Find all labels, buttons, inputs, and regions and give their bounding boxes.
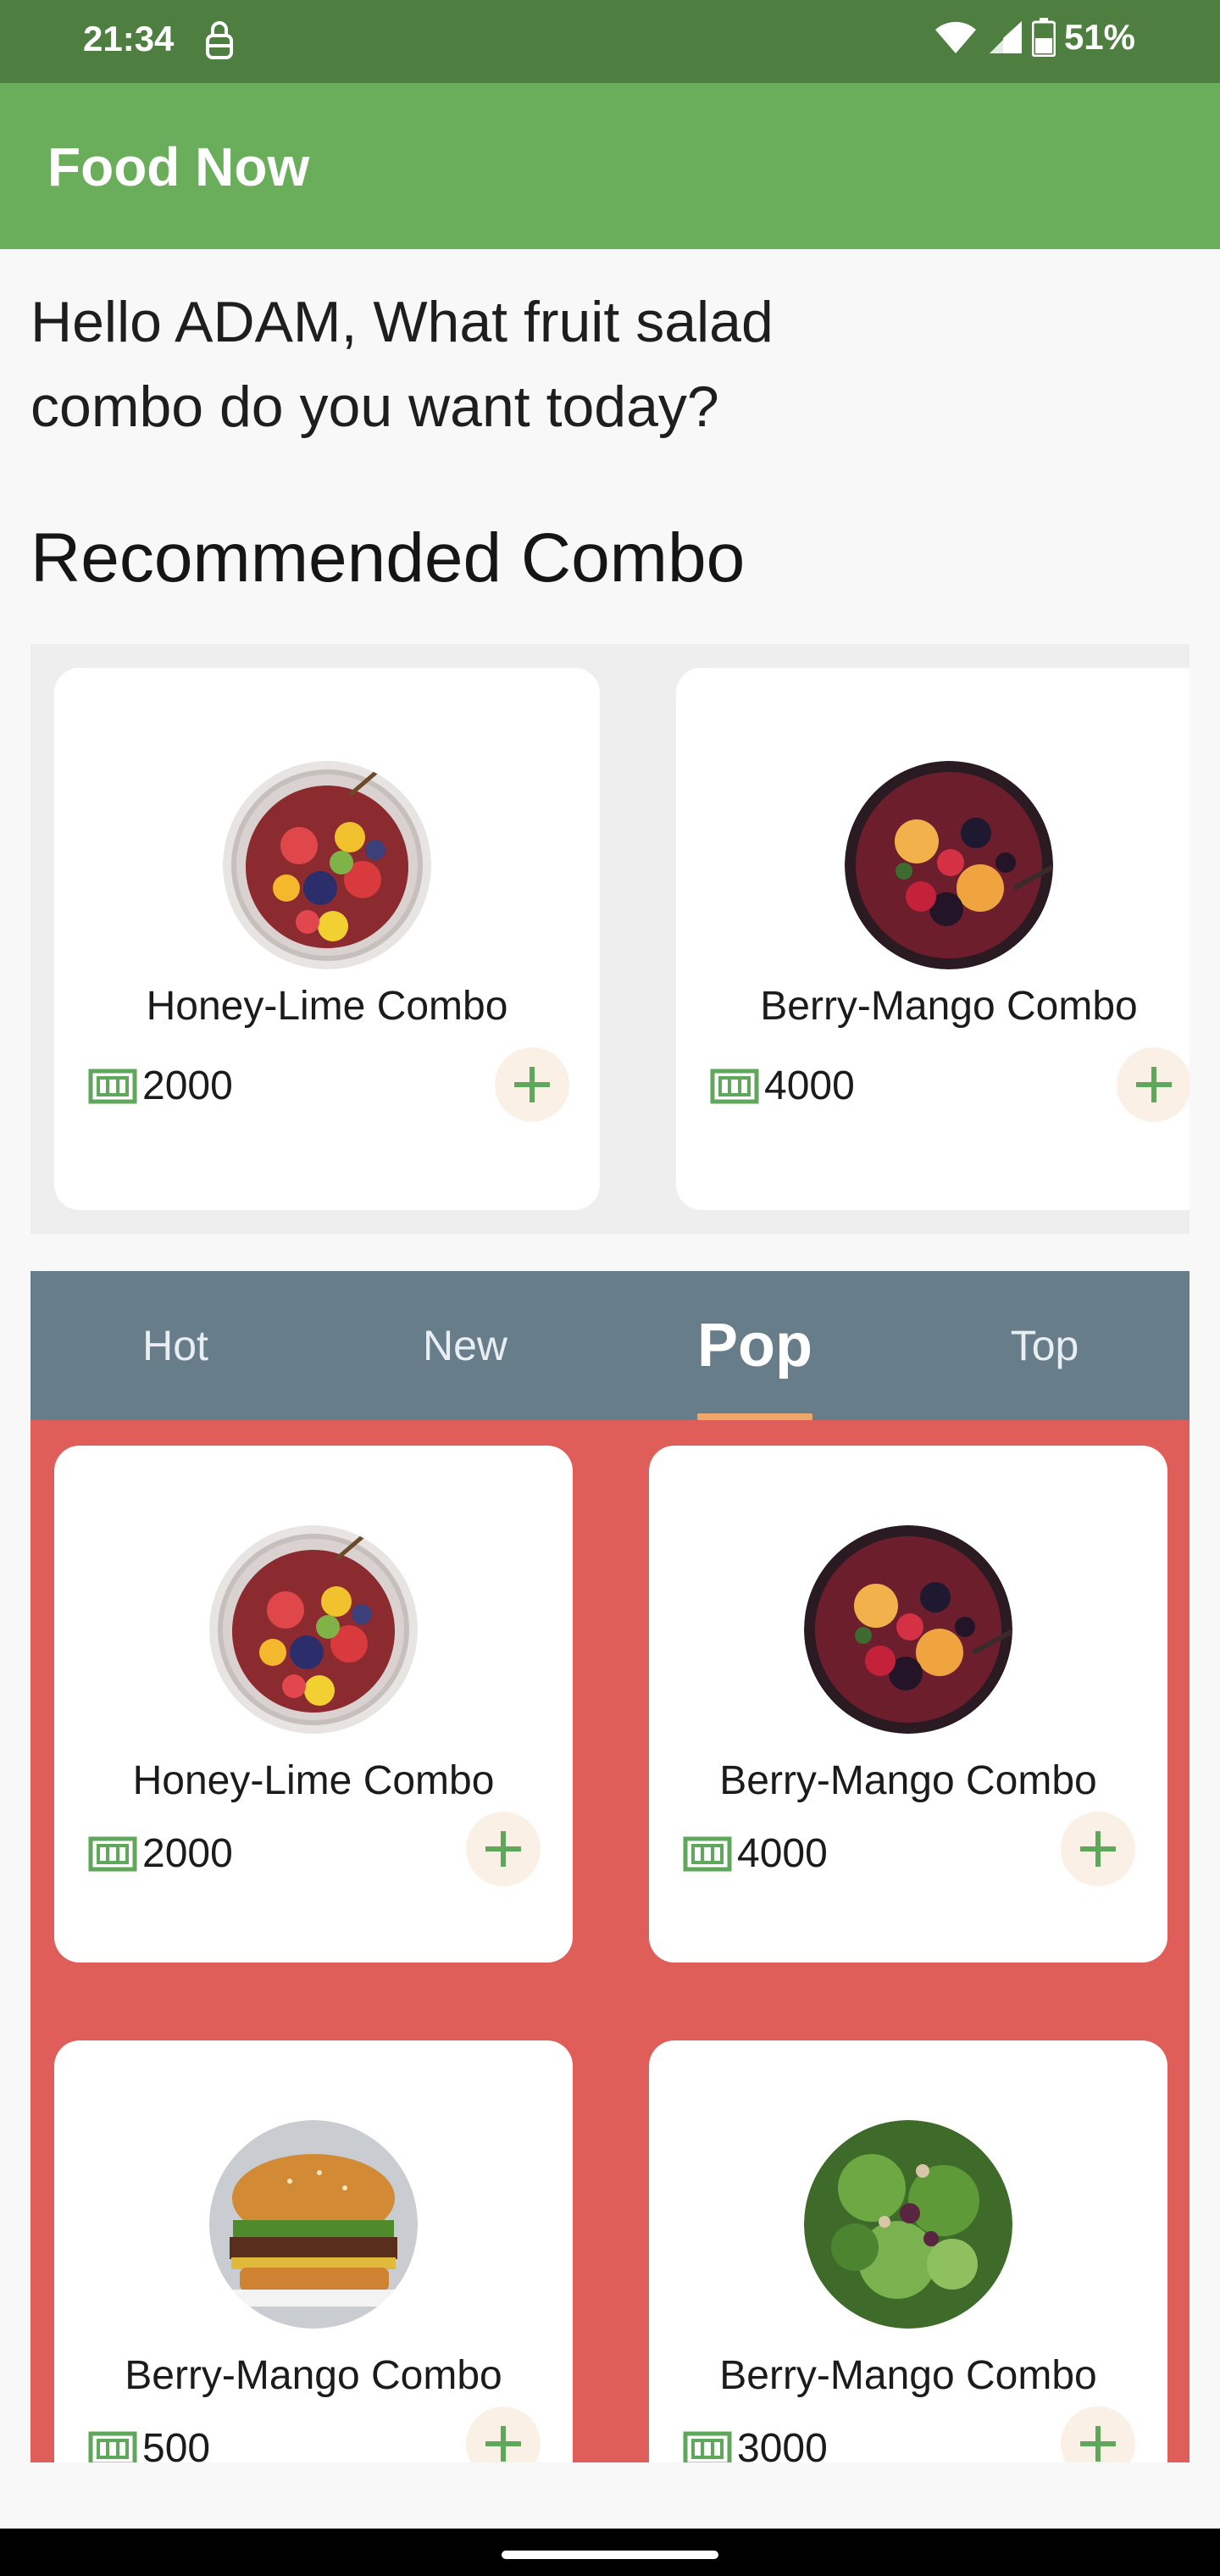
combo-price: 2000 <box>142 1063 233 1108</box>
wifi-icon <box>934 21 976 53</box>
price-row: 2000 <box>88 1063 233 1109</box>
money-bill-icon <box>88 1069 137 1103</box>
recommended-title: Recommended Combo <box>30 519 746 597</box>
money-bill-icon <box>683 1836 732 1871</box>
app-title: Food Now <box>47 136 310 197</box>
combo-name: Berry-Mango Combo <box>719 2353 1097 2398</box>
plus-icon <box>485 1831 521 1867</box>
add-button[interactable] <box>466 1812 541 1886</box>
tab-label: Top <box>1010 1322 1079 1369</box>
tab-label: New <box>422 1322 508 1369</box>
tab-new[interactable]: New <box>320 1271 610 1420</box>
berry-mango-image <box>845 761 1053 969</box>
tab-indicator <box>697 1413 812 1420</box>
greeting-text: Hello ADAM, What fruit salad combo do yo… <box>30 290 774 439</box>
tab-pop[interactable]: Pop <box>610 1271 900 1420</box>
combo-price: 2000 <box>142 1831 233 1876</box>
price-row: 500 <box>88 2425 210 2462</box>
grid-card[interactable]: Honey-Lime Combo 2000 <box>54 1446 573 1963</box>
add-button[interactable] <box>495 1047 569 1122</box>
recommended-card[interactable]: Berry-Mango Combo 4000 <box>676 668 1190 1210</box>
add-button[interactable] <box>466 2407 541 2462</box>
signal-icon <box>989 21 1022 53</box>
money-bill-icon <box>683 2431 732 2462</box>
status-time: 21:34 <box>83 19 175 58</box>
price-row: 4000 <box>683 1830 828 1877</box>
combo-price: 4000 <box>737 1831 828 1876</box>
price-row: 2000 <box>88 1830 233 1877</box>
combo-name: Honey-Lime Combo <box>146 984 508 1029</box>
money-bill-icon <box>88 2431 137 2462</box>
app-bar: Food Now <box>0 83 1220 249</box>
tab-label: Hot <box>142 1322 208 1369</box>
money-bill-icon <box>710 1069 759 1103</box>
grid-card[interactable]: Berry-Mango Combo 3000 <box>649 2040 1167 2462</box>
combo-price: 4000 <box>764 1063 855 1108</box>
combo-name: Berry-Mango Combo <box>760 984 1138 1029</box>
money-bill-icon <box>88 1836 137 1871</box>
plus-icon <box>485 2426 521 2462</box>
plus-icon <box>1080 1831 1116 1867</box>
add-button[interactable] <box>1117 1047 1190 1122</box>
battery-percentage: 51% <box>1063 17 1135 57</box>
plus-icon <box>1080 2426 1116 2462</box>
battery-icon <box>1031 18 1056 57</box>
plus-icon <box>514 1067 550 1102</box>
home-indicator[interactable] <box>502 2551 718 2559</box>
tab-label: Pop <box>697 1312 812 1380</box>
combo-price: 3000 <box>737 2426 828 2462</box>
combo-name: Berry-Mango Combo <box>719 1758 1097 1803</box>
lock-icon <box>206 21 233 59</box>
plus-icon <box>1136 1067 1172 1102</box>
status-bar: 21:34 51% <box>0 0 1220 83</box>
price-row: 3000 <box>683 2425 828 2462</box>
recommended-list[interactable]: Honey-Lime Combo 2000 Berry-Mango Combo … <box>30 644 1190 1234</box>
recommended-card[interactable]: Honey-Lime Combo 2000 <box>54 668 600 1210</box>
category-tabs: Hot New Pop Top <box>30 1271 1190 1420</box>
combo-name: Berry-Mango Combo <box>125 2353 502 2398</box>
green-salad-image <box>804 2120 1012 2329</box>
berry-mango-image <box>804 1525 1012 1734</box>
price-row: 4000 <box>710 1063 855 1109</box>
grid-card[interactable]: Berry-Mango Combo 500 <box>54 2040 573 2462</box>
combo-grid[interactable]: Honey-Lime Combo 2000 Berry-Mango Combo … <box>30 1420 1190 2462</box>
fruit-salad-image <box>223 761 431 969</box>
combo-price: 500 <box>142 2426 211 2462</box>
tab-hot[interactable]: Hot <box>30 1271 320 1420</box>
fruit-salad-image <box>209 1525 418 1734</box>
add-button[interactable] <box>1061 1812 1135 1886</box>
burger-image <box>209 2120 418 2329</box>
add-button[interactable] <box>1061 2407 1135 2462</box>
tab-top[interactable]: Top <box>900 1271 1190 1420</box>
grid-card[interactable]: Berry-Mango Combo 4000 <box>649 1446 1167 1963</box>
combo-name: Honey-Lime Combo <box>132 1758 495 1803</box>
